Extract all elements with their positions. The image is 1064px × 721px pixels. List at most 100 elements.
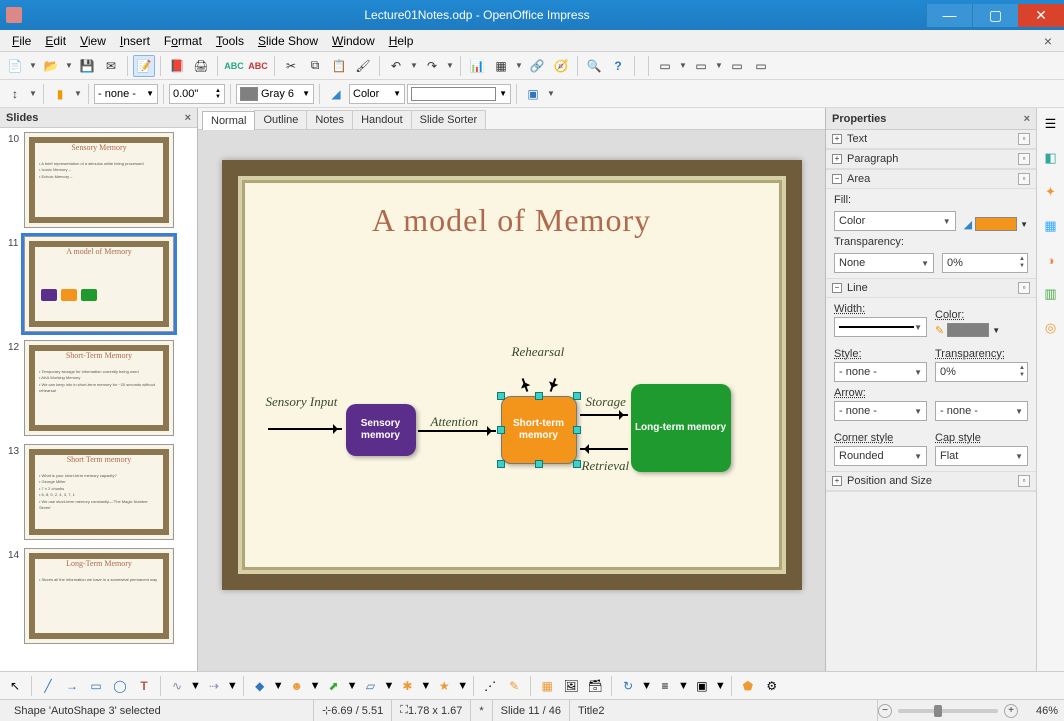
fill-color-chip[interactable]: ◢ ▼ <box>964 217 1028 231</box>
menu-edit[interactable]: Edit <box>39 32 72 50</box>
help-button[interactable]: ? <box>607 55 629 77</box>
zoom-out[interactable]: − <box>878 704 892 718</box>
handle-n[interactable] <box>535 392 543 400</box>
symbol-shapes[interactable]: ☻ <box>286 675 308 697</box>
slides-panel-close[interactable]: × <box>185 112 191 124</box>
highlighter-button[interactable]: ▮ <box>49 83 71 105</box>
slide-thumb-12[interactable]: 12Short-Term Memory• Temporary storage f… <box>8 340 195 436</box>
stars[interactable]: ★ <box>433 675 455 697</box>
menu-help[interactable]: Help <box>383 32 420 50</box>
area-transparency-mode[interactable]: None▼ <box>834 253 934 273</box>
conn-dd[interactable]: ▼ <box>227 680 238 692</box>
fill-mode-combo[interactable]: Color ▼ <box>349 84 405 104</box>
arrow-dd[interactable]: ▼ <box>28 89 38 98</box>
bs-dd[interactable]: ▼ <box>273 680 284 692</box>
menu-insert[interactable]: Insert <box>114 32 156 50</box>
undo-button[interactable]: ↶ <box>385 55 407 77</box>
close-document-button[interactable]: × <box>1038 33 1058 49</box>
from-file[interactable]: 🖼 <box>560 675 582 697</box>
arrow-end-select[interactable]: - none -▼ <box>935 401 1028 421</box>
print-button[interactable]: 🖨 <box>190 55 212 77</box>
cap-select[interactable]: Flat▼ <box>935 446 1028 466</box>
slidelayout-button[interactable]: ▭ <box>690 55 712 77</box>
basic-shapes[interactable]: ◆ <box>249 675 271 697</box>
ar-dd[interactable]: ▼ <box>715 680 726 692</box>
tab-styles-icon[interactable]: ◑ <box>1041 250 1061 270</box>
fontwork[interactable]: ▦ <box>536 675 558 697</box>
curve-dd[interactable]: ▼ <box>190 680 201 692</box>
slide-thumb-11[interactable]: 11A model of Memory <box>8 236 195 332</box>
zoom-knob[interactable] <box>934 705 942 717</box>
chart-button[interactable]: 📊 <box>466 55 488 77</box>
handle-sw[interactable] <box>497 460 505 468</box>
handle-w[interactable] <box>497 426 505 434</box>
glue-tool[interactable]: ✎ <box>503 675 525 697</box>
nav-button[interactable]: 🧭 <box>550 55 572 77</box>
section-line-head[interactable]: − Line ▫ <box>826 279 1036 298</box>
arrow-select[interactable]: ↕ <box>4 83 26 105</box>
slideshow-button[interactable]: ▭ <box>750 55 772 77</box>
slide-canvas[interactable]: A model of Memory Sensory Input Sensory … <box>222 160 802 590</box>
fc-dd[interactable]: ▼ <box>383 680 394 692</box>
fill-mode-select[interactable]: Color▼ <box>834 211 956 231</box>
label-retrieval[interactable]: Retrieval <box>582 458 630 474</box>
rot-dd[interactable]: ▼ <box>641 680 652 692</box>
label-attention[interactable]: Attention <box>431 414 479 430</box>
rect-tool[interactable]: ▭ <box>85 675 107 697</box>
fill-color-combo[interactable]: ▼ <box>407 84 511 104</box>
view-tab-handout[interactable]: Handout <box>352 110 412 129</box>
view-tab-notes[interactable]: Notes <box>306 110 353 129</box>
label-rehearsal[interactable]: Rehearsal <box>512 344 565 360</box>
slides-list[interactable]: 10Sensory Memory• A brief representation… <box>0 128 197 671</box>
maximize-button[interactable]: ▢ <box>972 4 1018 27</box>
hl-dd[interactable]: ▼ <box>73 89 83 98</box>
edit-file-button[interactable]: 📝 <box>133 55 155 77</box>
section-paragraph-head[interactable]: + Paragraph ▫ <box>826 150 1036 169</box>
box-sensory[interactable]: Sensory memory <box>346 404 416 456</box>
slide-button[interactable]: ▭ <box>654 55 676 77</box>
section-paragraph-opts[interactable]: ▫ <box>1018 153 1030 165</box>
arrow-sensory-in[interactable] <box>268 428 342 430</box>
menu-slideshow[interactable]: Slide Show <box>252 32 324 50</box>
al-dd[interactable]: ▼ <box>678 680 689 692</box>
email-button[interactable]: ✉ <box>100 55 122 77</box>
line-tool[interactable]: ╱ <box>37 675 59 697</box>
zoom-in[interactable]: + <box>1004 704 1018 718</box>
block-arrows[interactable]: ⬈ <box>323 675 345 697</box>
ellipse-tool[interactable]: ◯ <box>109 675 131 697</box>
label-sensory-input[interactable]: Sensory Input <box>266 394 338 410</box>
redo-button[interactable]: ↷ <box>421 55 443 77</box>
menu-view[interactable]: View <box>74 32 112 50</box>
undo-dropdown[interactable]: ▼ <box>409 61 419 70</box>
table-dropdown[interactable]: ▼ <box>514 61 524 70</box>
gallery[interactable]: 🗃 <box>584 675 606 697</box>
handle-se[interactable] <box>573 460 581 468</box>
extrusion-tool[interactable]: ⬟ <box>737 675 759 697</box>
bucket-button[interactable]: ◢ <box>325 83 347 105</box>
tab-anim-icon[interactable]: ✦ <box>1041 182 1061 202</box>
section-position-opts[interactable]: ▫ <box>1018 475 1030 487</box>
autospell-button[interactable]: ABC <box>247 55 269 77</box>
handle-ne[interactable] <box>573 392 581 400</box>
handle-nw[interactable] <box>497 392 505 400</box>
select-tool[interactable]: ↖ <box>4 675 26 697</box>
slide-thumb-14[interactable]: 14Long-Term Memory• Stores all the infor… <box>8 548 195 644</box>
line-style-select[interactable]: - none -▼ <box>834 362 927 382</box>
co-dd[interactable]: ▼ <box>420 680 431 692</box>
slide-title[interactable]: A model of Memory <box>246 202 778 239</box>
open-dropdown[interactable]: ▼ <box>64 61 74 70</box>
align-tool[interactable]: ≡ <box>654 675 676 697</box>
line-transparency-value[interactable]: 0%▲▼ <box>935 362 1028 382</box>
label-storage[interactable]: Storage <box>586 394 626 410</box>
view-tab-outline[interactable]: Outline <box>254 110 307 129</box>
tab-transition-icon[interactable]: ▦ <box>1041 216 1061 236</box>
redo-dropdown[interactable]: ▼ <box>445 61 455 70</box>
section-area-opts[interactable]: ▫ <box>1018 173 1030 185</box>
interaction-tool[interactable]: ⚙ <box>761 675 783 697</box>
arrow-rehearsal-down[interactable] <box>549 378 556 392</box>
menu-format[interactable]: Format <box>158 32 208 50</box>
box-long-term[interactable]: Long-term memory <box>631 384 731 472</box>
box-short-term[interactable]: Short-term memory <box>501 396 577 464</box>
handle-e[interactable] <box>573 426 581 434</box>
shadow-dd[interactable]: ▼ <box>546 89 556 98</box>
